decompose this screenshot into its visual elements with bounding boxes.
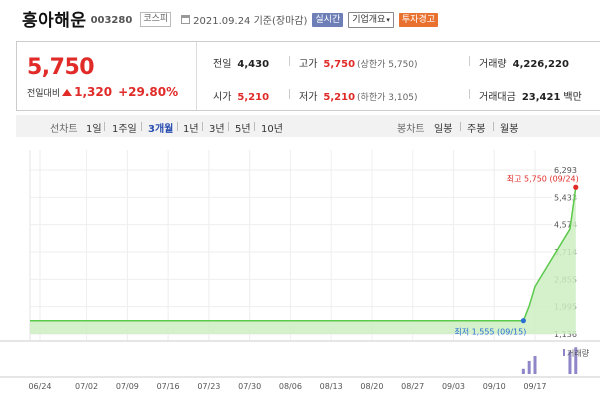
period-10y[interactable]: 10년	[261, 120, 283, 135]
x-tick-label: 07/30	[238, 382, 261, 391]
line-chart-label[interactable]: 선차트	[50, 120, 78, 135]
market-badge: 코스피	[140, 12, 172, 27]
x-tick-label: 09/10	[483, 382, 506, 391]
volume-bar	[533, 356, 537, 374]
volume-legend-swatch	[563, 349, 565, 356]
period-1y[interactable]: 1년	[183, 120, 199, 135]
volume-value: 4,226,220	[512, 59, 569, 70]
corp-overview-button[interactable]: 기업개요▾	[348, 11, 394, 28]
prev-close: 전일 4,430	[213, 55, 269, 70]
volume-label: 거래량	[479, 59, 507, 70]
x-tick-label: 07/23	[197, 382, 220, 391]
upper-limit: (상한가 5,750)	[357, 60, 418, 70]
divider	[289, 56, 290, 66]
stock-header: 흥아해운 003280 코스피 2021.09.24 기준(장마감) 실시간 기…	[0, 0, 600, 36]
realtime-button[interactable]: 실시간	[312, 12, 344, 27]
divider	[104, 122, 105, 131]
x-tick-label: 07/02	[75, 382, 98, 391]
divider	[141, 122, 142, 131]
low-annotation: 최저 1,555 (09/15)	[454, 327, 526, 337]
x-tick-label: 08/27	[401, 382, 424, 391]
low-value: 5,210	[323, 92, 356, 103]
volume-bar	[521, 368, 525, 374]
low-price: 저가 5,210 (하한가 3,105)	[299, 88, 418, 103]
volume-legend-label: 거래량	[567, 348, 590, 358]
corp-overview-label: 기업개요	[352, 14, 386, 25]
investment-warning-badge[interactable]: 투자경고	[398, 12, 439, 27]
amount-value: 23,421	[521, 92, 561, 103]
x-tick-label: 09/03	[442, 382, 465, 391]
high-price: 고가 5,750 (상한가 5,750)	[299, 55, 418, 70]
low-point-marker	[520, 318, 526, 324]
divider	[228, 122, 229, 131]
period-3m[interactable]: 3개월	[148, 120, 173, 135]
open-label: 시가	[213, 92, 232, 103]
divider	[254, 122, 255, 131]
volume-bar	[527, 360, 531, 374]
period-5y[interactable]: 5년	[235, 120, 251, 135]
change-row: 전일대비 1,320 +29.80%	[27, 85, 178, 99]
period-3y[interactable]: 3년	[209, 120, 225, 135]
stock-name: 흥아해운	[22, 10, 87, 31]
candle-monthly[interactable]: 월봉	[500, 120, 518, 135]
chevron-down-icon: ▾	[386, 15, 390, 24]
quote-panel: 5,750 전일대비 1,320 +29.80% 전일 4,430 고가 5,750…	[16, 41, 600, 111]
price-block: 5,750 전일대비 1,320 +29.80%	[17, 42, 197, 110]
amount-label: 거래대금	[479, 92, 516, 103]
period-1d[interactable]: 1일	[86, 120, 102, 135]
candle-weekly[interactable]: 주봉	[467, 120, 485, 135]
high-label: 고가	[299, 59, 318, 70]
period-1w[interactable]: 1주일	[112, 120, 137, 135]
period-bar: 선차트 1일 1주일 3개월 1년 3년 5년 10년 봉차트 일봉 주봉 월봉	[16, 115, 600, 137]
change-value: 1,320	[74, 85, 113, 99]
trade-amount: 거래대금 23,421 백만	[479, 88, 582, 103]
divider	[469, 89, 470, 99]
open-price: 시가 5,210	[213, 88, 269, 103]
price-chart[interactable]: 06/24 07/02 07/09 07/16 07/23 07/30 08/06 08/13…	[0, 150, 600, 405]
volume: 거래량 4,226,220	[479, 55, 569, 70]
divider	[202, 122, 203, 131]
x-tick-label: 09/17	[523, 382, 546, 391]
change-label: 전일대비	[27, 88, 61, 99]
stock-code: 003280	[90, 14, 133, 26]
candle-chart-label: 봉차트	[397, 124, 425, 135]
divider	[493, 122, 494, 131]
x-tick-label: 08/20	[360, 382, 383, 391]
up-arrow-icon	[62, 88, 73, 96]
candle-daily[interactable]: 일봉	[434, 120, 452, 135]
x-tick-label: 08/13	[320, 382, 343, 391]
x-tick-label: 07/16	[157, 382, 180, 391]
x-tick-label: 07/09	[116, 382, 139, 391]
prev-close-value: 4,430	[237, 59, 270, 70]
divider	[289, 89, 290, 99]
base-date: 2021.09.24 기준(장마감)	[193, 16, 308, 27]
current-price: 5,750	[27, 55, 95, 80]
divider	[460, 122, 461, 131]
change-percent: +29.80%	[118, 85, 179, 99]
low-label: 저가	[299, 92, 318, 103]
divider	[177, 122, 178, 131]
lower-limit: (하한가 3,105)	[357, 93, 418, 103]
x-tick-label: 08/06	[279, 382, 302, 391]
calendar-icon	[181, 15, 191, 24]
open-value: 5,210	[237, 92, 270, 103]
amount-unit: 백만	[563, 92, 582, 103]
high-annotation: 최고 5,750 (09/24)	[507, 173, 579, 183]
high-value: 5,750	[323, 59, 356, 70]
divider	[469, 56, 470, 66]
high-point-marker	[573, 184, 579, 190]
x-tick-label: 06/24	[28, 382, 51, 391]
prev-close-label: 전일	[213, 59, 232, 70]
